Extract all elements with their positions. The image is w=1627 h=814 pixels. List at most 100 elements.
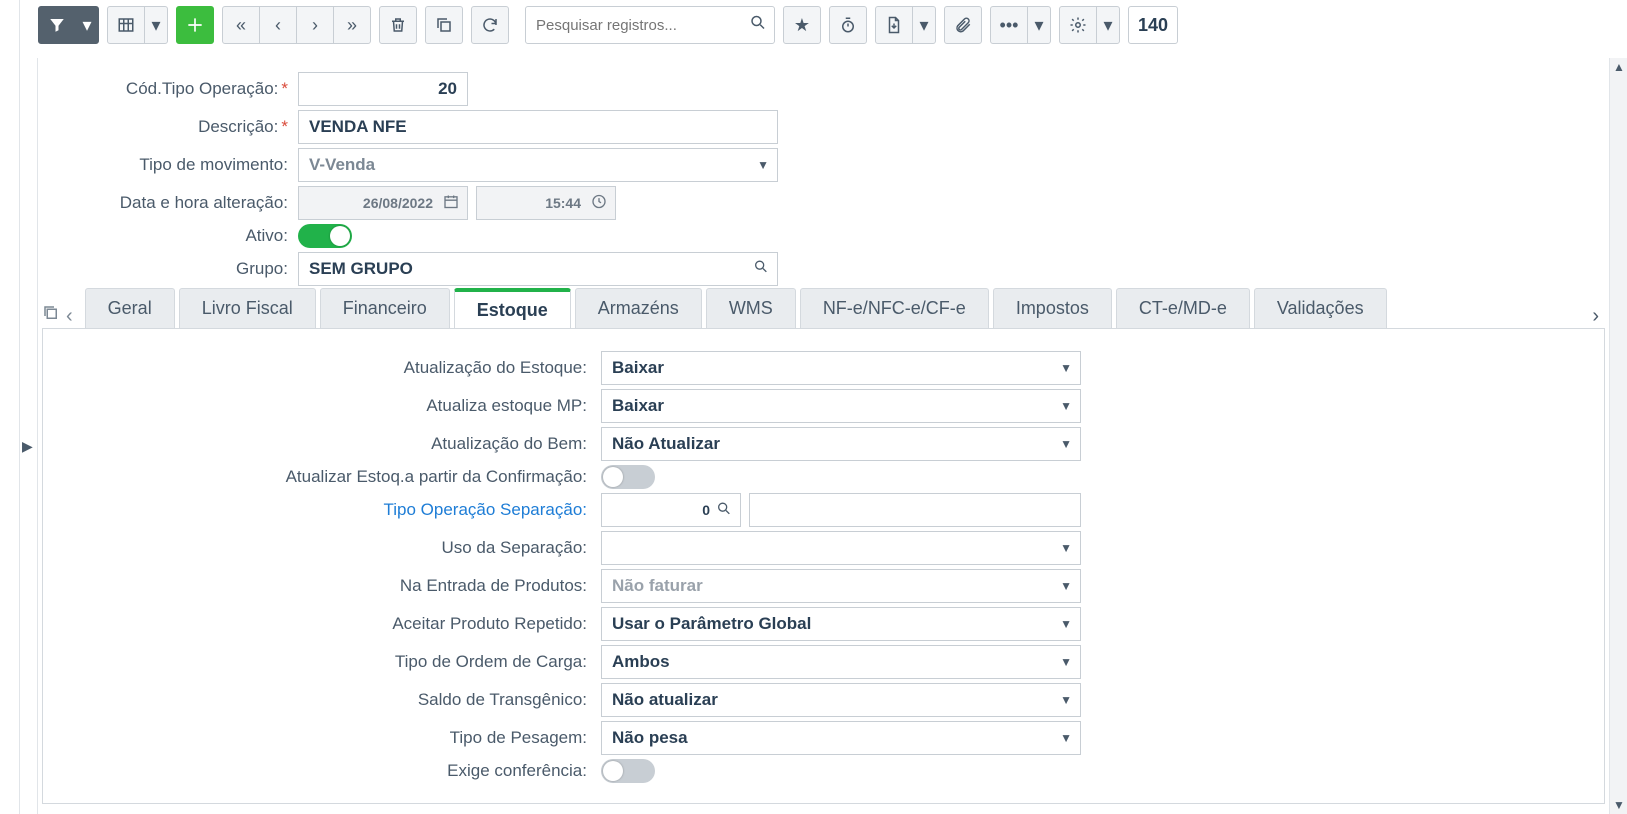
refresh-icon bbox=[481, 16, 499, 34]
chevron-down-icon: ▼ bbox=[1060, 693, 1072, 707]
lookup-grupo[interactable]: SEM GRUPO bbox=[298, 252, 778, 286]
label-tipo-pesagem: Tipo de Pesagem: bbox=[43, 728, 601, 748]
select-tipo-mov-value: V-Venda bbox=[309, 155, 375, 175]
select-atualizacao-bem[interactable]: Não Atualizar ▼ bbox=[601, 427, 1081, 461]
tabstrip: ‹ GeralLivro FiscalFinanceiroEstoqueArma… bbox=[42, 288, 1605, 328]
field-codigo[interactable]: 20 bbox=[298, 72, 468, 106]
label-tipo-operacao-sep[interactable]: Tipo Operação Separação: bbox=[43, 500, 601, 520]
filter-button[interactable] bbox=[38, 6, 76, 44]
label-data-alt: Data e hora alteração: bbox=[38, 193, 298, 213]
tab-body-estoque: Atualização do Estoque: Baixar ▼ Atualiz… bbox=[42, 328, 1605, 804]
export-dropdown[interactable]: ▾ bbox=[912, 6, 936, 44]
tab-geral[interactable]: Geral bbox=[85, 288, 175, 328]
select-atualiza-estoque-mp[interactable]: Baixar ▼ bbox=[601, 389, 1081, 423]
expand-left-icon[interactable]: ▶ bbox=[22, 438, 33, 455]
export-button[interactable] bbox=[875, 6, 913, 44]
chevron-down-icon: ▼ bbox=[1060, 541, 1072, 555]
gear-icon bbox=[1069, 16, 1087, 34]
scrollbar[interactable]: ▲ ▼ bbox=[1609, 58, 1627, 814]
label-saldo-transgenico: Saldo de Transgênico: bbox=[43, 690, 601, 710]
field-hora-value: 15:44 bbox=[545, 195, 581, 211]
select-saldo-transgenico[interactable]: Não atualizar ▼ bbox=[601, 683, 1081, 717]
tab-armaz-ns[interactable]: Armazéns bbox=[575, 288, 702, 328]
copy-button[interactable] bbox=[425, 6, 463, 44]
select-uso-separacao[interactable]: ▼ bbox=[601, 531, 1081, 565]
table-view-dropdown[interactable]: ▾ bbox=[144, 6, 168, 44]
field-tipo-op-sep-value: 0 bbox=[702, 502, 710, 518]
nav-prev-button[interactable]: ‹ bbox=[259, 6, 297, 44]
clock-icon bbox=[591, 194, 607, 213]
search-icon[interactable] bbox=[749, 14, 767, 37]
toggle-exige-conferencia[interactable] bbox=[601, 759, 655, 783]
tab-valida-es[interactable]: Validações bbox=[1254, 288, 1387, 328]
tab-impostos[interactable]: Impostos bbox=[993, 288, 1112, 328]
add-button[interactable] bbox=[176, 6, 214, 44]
filter-dropdown[interactable]: ▾ bbox=[75, 6, 99, 44]
select-ordem-carga-value: Ambos bbox=[612, 652, 670, 672]
field-data[interactable]: 26/08/2022 bbox=[298, 186, 468, 220]
timer-button[interactable] bbox=[829, 6, 867, 44]
label-ativo: Ativo: bbox=[38, 226, 298, 246]
trash-icon bbox=[389, 16, 407, 34]
select-saldo-transgenico-value: Não atualizar bbox=[612, 690, 718, 710]
field-hora[interactable]: 15:44 bbox=[476, 186, 616, 220]
record-count[interactable]: 140 bbox=[1128, 6, 1178, 44]
tab-ct-e-md-e[interactable]: CT-e/MD-e bbox=[1116, 288, 1250, 328]
tab-estoque[interactable]: Estoque bbox=[454, 288, 571, 328]
left-rail-outer bbox=[0, 0, 20, 814]
nav-next-button[interactable]: › bbox=[296, 6, 334, 44]
toggle-ativo[interactable] bbox=[298, 224, 352, 248]
more-dropdown[interactable]: ▾ bbox=[1027, 6, 1051, 44]
tab-scroll-right-icon[interactable]: › bbox=[1586, 305, 1605, 328]
refresh-button[interactable] bbox=[471, 6, 509, 44]
filter-icon bbox=[48, 16, 66, 34]
label-atualizacao-bem: Atualização do Bem: bbox=[43, 434, 601, 454]
field-tipo-op-sep-desc[interactable] bbox=[749, 493, 1081, 527]
select-atualizacao-estoque-value: Baixar bbox=[612, 358, 664, 378]
chevron-down-icon: ▼ bbox=[1060, 579, 1072, 593]
favorite-button[interactable]: ★ bbox=[783, 6, 821, 44]
tab-scroll-left-icon[interactable]: ‹ bbox=[66, 305, 73, 328]
tab-financeiro[interactable]: Financeiro bbox=[320, 288, 450, 328]
nav-last-button[interactable]: » bbox=[333, 6, 371, 44]
select-atualizacao-estoque[interactable]: Baixar ▼ bbox=[601, 351, 1081, 385]
delete-button[interactable] bbox=[379, 6, 417, 44]
toggle-atualizar-confirmacao[interactable] bbox=[601, 465, 655, 489]
export-icon bbox=[885, 16, 903, 34]
settings-dropdown[interactable]: ▾ bbox=[1096, 6, 1120, 44]
scroll-down-icon[interactable]: ▼ bbox=[1610, 796, 1627, 814]
select-aceitar-repetido[interactable]: Usar o Parâmetro Global ▼ bbox=[601, 607, 1081, 641]
table-view-button[interactable] bbox=[107, 6, 145, 44]
field-tipo-op-sep-codigo[interactable]: 0 bbox=[601, 493, 741, 527]
field-descricao[interactable]: VENDA NFE bbox=[298, 110, 778, 144]
chevron-down-icon: ▼ bbox=[1060, 731, 1072, 745]
attach-button[interactable] bbox=[944, 6, 982, 44]
settings-button[interactable] bbox=[1059, 6, 1097, 44]
chevron-down-icon: ▼ bbox=[1060, 437, 1072, 451]
header-form: Cód.Tipo Operação:* 20 Descrição:* VENDA… bbox=[38, 58, 1609, 298]
select-aceitar-repetido-value: Usar o Parâmetro Global bbox=[612, 614, 811, 634]
label-atualizacao-estoque: Atualização do Estoque: bbox=[43, 358, 601, 378]
select-tipo-mov[interactable]: V-Venda ▼ bbox=[298, 148, 778, 182]
label-atualizar-confirmacao: Atualizar Estoq.a partir da Confirmação: bbox=[43, 467, 601, 487]
search-icon[interactable] bbox=[753, 259, 769, 280]
label-descricao: Descrição:* bbox=[38, 117, 298, 137]
nav-first-button[interactable]: « bbox=[222, 6, 260, 44]
tab-livro-fiscal[interactable]: Livro Fiscal bbox=[179, 288, 316, 328]
tab-duplicate-icon[interactable] bbox=[42, 304, 60, 328]
label-aceitar-repetido: Aceitar Produto Repetido: bbox=[43, 614, 601, 634]
search-icon[interactable] bbox=[716, 501, 732, 520]
tab-wms[interactable]: WMS bbox=[706, 288, 796, 328]
copy-icon bbox=[435, 16, 453, 34]
select-ordem-carga[interactable]: Ambos ▼ bbox=[601, 645, 1081, 679]
select-tipo-pesagem-value: Não pesa bbox=[612, 728, 688, 748]
label-exige-conferencia: Exige conferência: bbox=[43, 761, 601, 781]
select-tipo-pesagem[interactable]: Não pesa ▼ bbox=[601, 721, 1081, 755]
tab-nf-e-nfc-e-cf-e[interactable]: NF-e/NFC-e/CF-e bbox=[800, 288, 989, 328]
calendar-icon bbox=[443, 194, 459, 213]
chevron-down-icon: ▼ bbox=[1060, 399, 1072, 413]
scroll-up-icon[interactable]: ▲ bbox=[1610, 58, 1627, 76]
search-input[interactable] bbox=[525, 6, 775, 44]
select-entrada-produtos[interactable]: Não faturar ▼ bbox=[601, 569, 1081, 603]
more-button[interactable]: ••• bbox=[990, 6, 1028, 44]
